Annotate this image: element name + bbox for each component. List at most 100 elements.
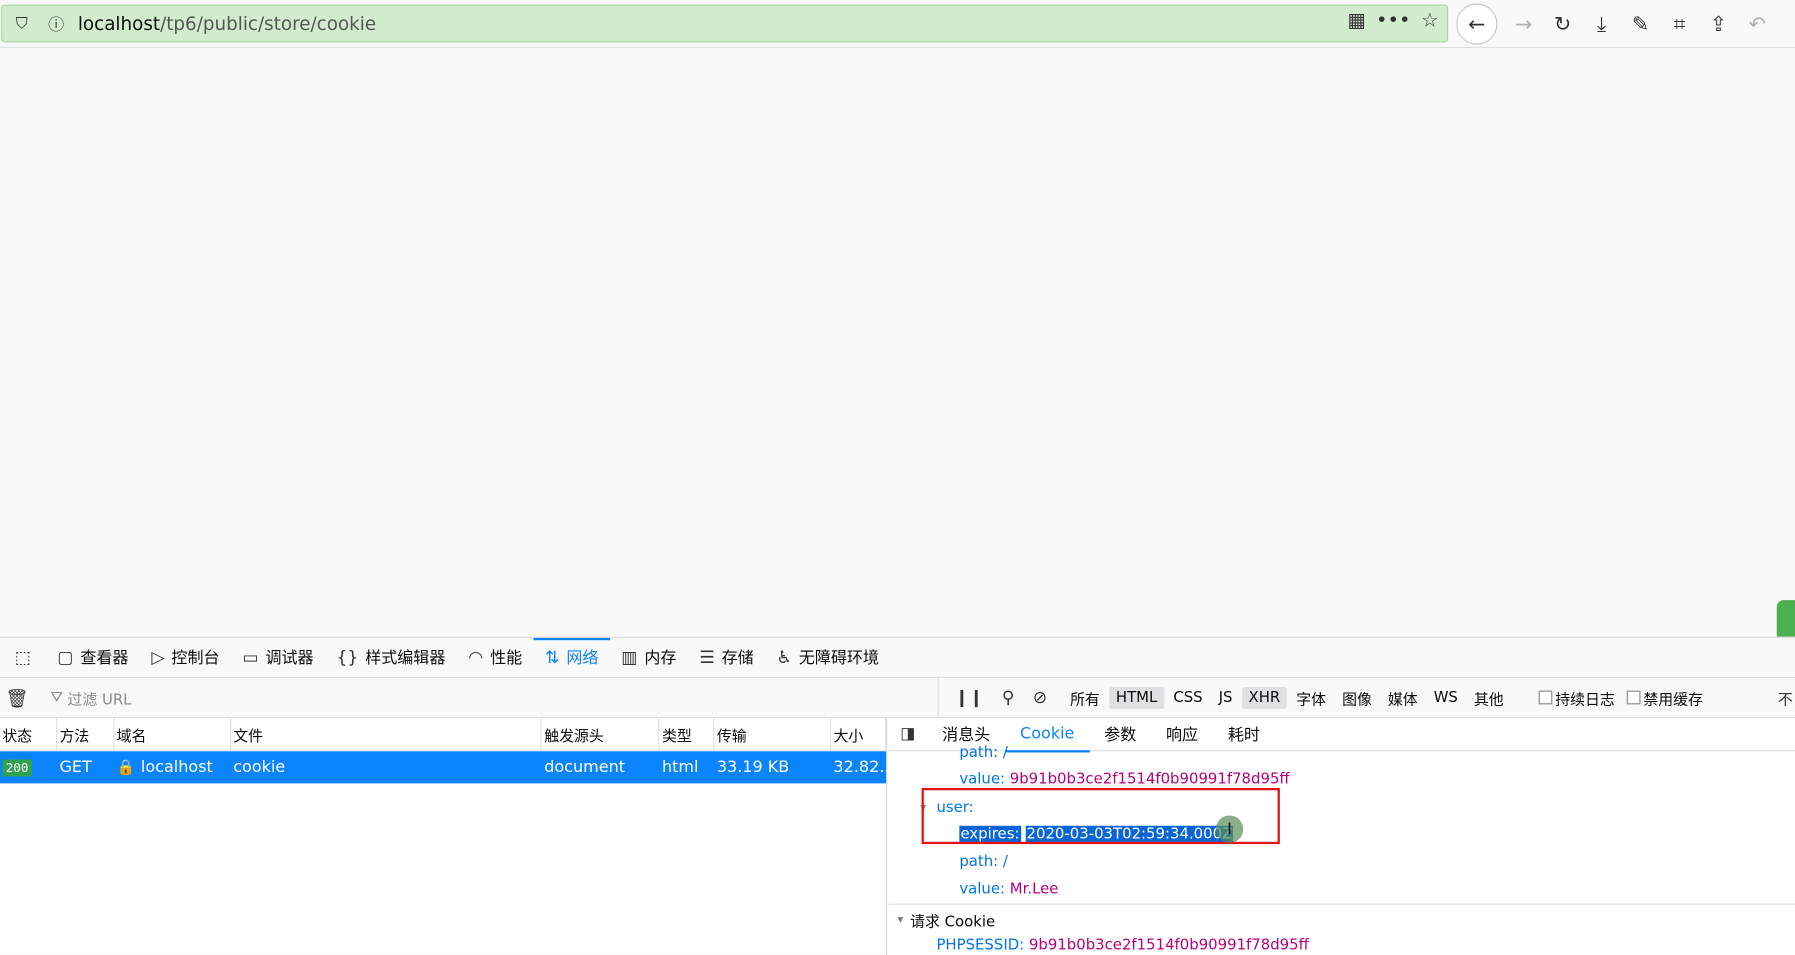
type-filter-css[interactable]: CSS [1166, 687, 1209, 709]
cookie-key: value: [959, 880, 1006, 898]
tab-label: 网络 [566, 649, 599, 668]
tab-debugger[interactable]: ▭ 调试器 [231, 637, 325, 677]
cookie-key: PHPSESSID: [936, 936, 1025, 955]
block-icon[interactable]: ⊘ [1033, 687, 1047, 708]
toggle-sidebar-icon[interactable]: ◨ [888, 725, 927, 743]
disable-cache-checkbox[interactable]: 禁用缓存 [1626, 687, 1703, 709]
column-header-transferred[interactable]: 传输 [715, 718, 832, 751]
table-row[interactable]: 200 GET 🔒 localhost cookie document html … [0, 751, 895, 784]
shield-icon[interactable]: ⛉ [11, 13, 32, 34]
disable-cache-label: 禁用缓存 [1643, 691, 1703, 709]
devtools-panel: ⬚ ▢ 查看器 ▷ 控制台 ▭ 调试器 {} 样式编辑器 ◠ 性能 ⇅ 网络 ▥ 内存 ☰ 存储… [0, 636, 1795, 955]
wrench-icon[interactable]: ✎ [1628, 12, 1653, 36]
tab-label: 调试器 [265, 649, 314, 668]
tab-storage[interactable]: ☰ 存储 [688, 637, 765, 677]
column-header-cause[interactable]: 触发源头 [542, 718, 660, 751]
checkbox-box[interactable] [1538, 690, 1552, 705]
tab-response[interactable]: 响应 [1151, 718, 1213, 751]
tab-network[interactable]: ⇅ 网络 [533, 637, 610, 677]
type-filters: 所有 HTML CSS JS XHR 字体 图像 媒体 WS 其他 [1063, 684, 1510, 710]
column-header-size[interactable]: 大小 [831, 718, 887, 751]
tab-label: 性能 [490, 649, 523, 668]
request-list: 状态 方法 域名 文件 触发源头 类型 传输 大小 200 GET 🔒 local… [0, 718, 895, 955]
cookie-value-user[interactable]: value: Mr.Lee [959, 881, 1058, 898]
type-filter-font[interactable]: 字体 [1289, 684, 1333, 710]
forward-button[interactable]: → [1511, 12, 1536, 36]
qr-code-icon[interactable]: ▦ [1346, 9, 1367, 32]
filter-url-input[interactable]: ⛛ 过滤 URL [34, 678, 939, 717]
url-path: /tp6/public/store/cookie [160, 12, 377, 35]
performance-icon: ◠ [468, 647, 484, 668]
network-icon: ⇅ [545, 647, 560, 668]
page-content [0, 48, 1795, 638]
network-toolbar: 🗑 ⛛ 过滤 URL ❙❙ ⚲ ⊘ 所有 HTML CSS JS XHR 字体 … [0, 678, 1795, 719]
request-cookie-section[interactable]: ▾ 请求 Cookie [888, 903, 1795, 935]
column-header-file[interactable]: 文件 [231, 718, 542, 751]
tab-label: 控制台 [171, 649, 220, 668]
more-actions-icon[interactable]: ••• [1376, 9, 1410, 32]
debugger-icon: ▭ [242, 647, 259, 668]
lock-icon: 🔒 [116, 758, 136, 776]
element-picker-button[interactable]: ⬚ [0, 637, 46, 677]
bookmark-star-icon[interactable]: ☆ [1420, 9, 1441, 32]
details-tabbar: ◨ 消息头 Cookie 参数 响应 耗时 [888, 718, 1795, 752]
pause-icon[interactable]: ❙❙ [955, 687, 984, 708]
request-method: GET [59, 758, 92, 777]
cookie-phpsessid[interactable]: PHPSESSID: 9b91b0b3ce2f1514f0b90991f78d9… [936, 937, 1308, 954]
console-icon: ▷ [151, 647, 165, 668]
browser-toolbar: ⛉ ⓘ localhost/tp6/public/store/cookie ▦ … [0, 0, 1795, 49]
request-file: cookie [233, 758, 286, 777]
tab-inspector[interactable]: ▢ 查看器 [46, 637, 140, 677]
cookie-value-top[interactable]: value: 9b91b0b3ce2f1514f0b90991f78d95ff [959, 771, 1289, 788]
crop-icon[interactable]: ⌗ [1667, 12, 1692, 36]
accessibility-icon: ♿ [776, 647, 792, 668]
tab-performance[interactable]: ◠ 性能 [457, 637, 534, 677]
request-details: ◨ 消息头 Cookie 参数 响应 耗时 path: / value: 9b9… [888, 718, 1795, 955]
type-filter-js[interactable]: JS [1212, 687, 1240, 709]
address-bar[interactable]: ⛉ ⓘ localhost/tp6/public/store/cookie ▦ … [1, 4, 1449, 43]
filter-placeholder: 过滤 URL [67, 691, 132, 709]
type-filter-ws[interactable]: WS [1427, 687, 1465, 709]
column-header-domain[interactable]: 域名 [114, 718, 231, 751]
tab-console[interactable]: ▷ 控制台 [140, 637, 231, 677]
download-icon[interactable]: ⤓ [1589, 12, 1614, 36]
status-badge: 200 [2, 758, 32, 776]
column-header-type[interactable]: 类型 [660, 718, 715, 751]
tab-timings[interactable]: 耗时 [1213, 718, 1275, 751]
column-header-status[interactable]: 状态 [0, 718, 58, 751]
tab-accessibility[interactable]: ♿ 无障碍环境 [765, 637, 890, 677]
type-filter-other[interactable]: 其他 [1467, 684, 1511, 710]
tab-cookies[interactable]: Cookie [1005, 718, 1089, 752]
tab-params[interactable]: 参数 [1089, 718, 1151, 751]
cookie-path-user[interactable]: path: / [959, 853, 1008, 870]
request-size: 32.82... [833, 758, 895, 777]
persist-log-label: 持续日志 [1555, 691, 1615, 709]
type-filter-image[interactable]: 图像 [1335, 684, 1379, 710]
persist-log-checkbox[interactable]: 持续日志 [1538, 687, 1615, 709]
library-icon[interactable]: ⇪ [1706, 12, 1731, 36]
throttle-dropdown[interactable]: 不 [1778, 687, 1793, 708]
back-button[interactable]: ← [1456, 3, 1498, 45]
type-filter-html[interactable]: HTML [1109, 686, 1165, 709]
request-transferred: 33.19 KB [716, 758, 790, 777]
request-type: html [661, 758, 699, 777]
storage-icon: ☰ [699, 647, 715, 668]
reload-button[interactable]: ↻ [1550, 12, 1575, 36]
tab-style-editor[interactable]: {} 样式编辑器 [325, 637, 457, 677]
filter-icon: ⛛ [50, 688, 63, 707]
checkbox-box[interactable] [1626, 690, 1640, 705]
tab-memory[interactable]: ▥ 内存 [610, 637, 688, 677]
type-filter-media[interactable]: 媒体 [1381, 684, 1425, 710]
cookie-path-top[interactable]: path: / [959, 744, 1008, 761]
type-filter-xhr[interactable]: XHR [1241, 686, 1288, 709]
url-text[interactable]: localhost/tp6/public/store/cookie [78, 13, 376, 35]
undo-icon[interactable]: ↶ [1745, 12, 1770, 36]
search-icon[interactable]: ⚲ [1002, 687, 1015, 708]
info-icon[interactable]: ⓘ [46, 13, 67, 34]
request-list-header: 状态 方法 域名 文件 触发源头 类型 传输 大小 [0, 718, 887, 752]
trash-icon[interactable]: 🗑 [0, 687, 34, 709]
side-tab[interactable] [1776, 600, 1795, 637]
type-filter-all[interactable]: 所有 [1063, 684, 1107, 710]
column-header-method[interactable]: 方法 [57, 718, 115, 751]
cookie-key: value: [959, 770, 1006, 788]
